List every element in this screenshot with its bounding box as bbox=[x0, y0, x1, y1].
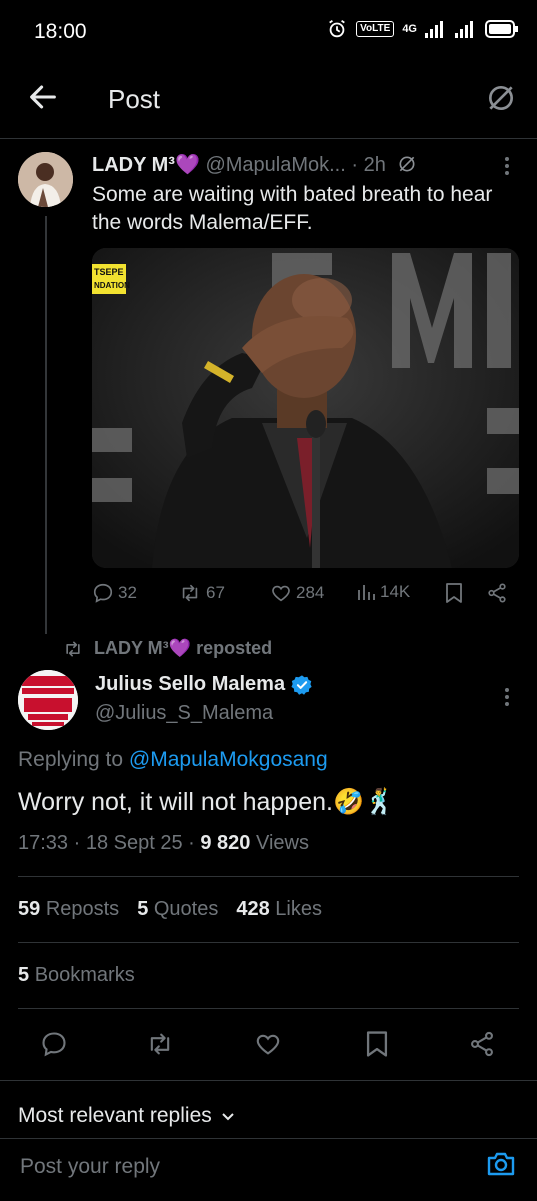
bookmark-icon[interactable] bbox=[444, 582, 464, 604]
share-icon[interactable] bbox=[468, 1030, 496, 1058]
divider bbox=[0, 1080, 537, 1081]
views-button[interactable]: 14K bbox=[356, 582, 410, 602]
signal-icon bbox=[425, 21, 443, 38]
repost-indicator[interactable]: LADY M³💜 reposted bbox=[62, 638, 272, 659]
volte-badge: VoLTE bbox=[356, 21, 395, 37]
author-name: Julius Sello Malema bbox=[95, 673, 286, 695]
repost-icon bbox=[182, 584, 198, 602]
divider bbox=[18, 1008, 519, 1009]
quotes-label: Quotes bbox=[153, 898, 219, 920]
repost-icon bbox=[66, 641, 80, 656]
chevron-down-icon bbox=[222, 1113, 234, 1121]
thread-connector bbox=[45, 216, 47, 634]
divider bbox=[18, 942, 519, 943]
author-handle[interactable]: @MapulaMok... bbox=[205, 154, 345, 176]
alarm-icon bbox=[329, 19, 345, 38]
more-options-icon[interactable] bbox=[497, 154, 517, 178]
reply-sort-label: Most relevant replies bbox=[18, 1104, 212, 1127]
tweet-meta: 17:33 · 18 Sept 25 · 9 820 Views bbox=[18, 832, 309, 855]
more-options-icon[interactable] bbox=[497, 685, 517, 709]
reposts-label: Reposts bbox=[45, 898, 120, 920]
engagement-stats: 59 Reposts 5 Quotes 428 Likes bbox=[18, 898, 322, 921]
quotes-number: 5 bbox=[137, 898, 149, 920]
quotes-stat[interactable]: 5 Quotes bbox=[137, 898, 218, 921]
page-title: Post bbox=[108, 84, 161, 114]
svg-text:TSEPE: TSEPE bbox=[94, 267, 124, 277]
reply-button[interactable]: 32 bbox=[92, 582, 137, 604]
views-icon bbox=[358, 585, 375, 600]
replying-to: Replying to @MapulaMokgosang bbox=[18, 748, 328, 772]
grok-icon[interactable] bbox=[485, 82, 517, 114]
svg-text:NDATION: NDATION bbox=[94, 281, 130, 290]
heart-icon[interactable] bbox=[254, 1030, 282, 1058]
likes-number: 428 bbox=[236, 898, 270, 920]
divider bbox=[18, 876, 519, 877]
reply-composer bbox=[0, 1138, 537, 1201]
grok-icon[interactable] bbox=[397, 154, 417, 174]
tweet-text: Worry not, it will not happen.🤣🕺 bbox=[18, 788, 396, 816]
views-count: 14K bbox=[380, 582, 411, 601]
likes-stat[interactable]: 428 Likes bbox=[236, 898, 322, 921]
repost-icon[interactable] bbox=[145, 1030, 175, 1058]
heart-icon bbox=[272, 585, 290, 602]
tweet-timestamp: 17:33 · 18 Sept 25 · bbox=[18, 832, 195, 854]
bookmarks-label: Bookmarks bbox=[34, 964, 135, 986]
reply-icon bbox=[93, 583, 113, 603]
signal-icon-2 bbox=[455, 21, 473, 38]
views-label: Views bbox=[255, 832, 309, 854]
reply-sort-dropdown[interactable]: Most relevant replies bbox=[18, 1104, 236, 1128]
network-type: 4G bbox=[402, 23, 417, 35]
status-bar: 18:00 VoLTE 4G bbox=[0, 0, 537, 64]
reply-input[interactable] bbox=[18, 1151, 462, 1183]
parent-tweet-header: LADY M³💜 @MapulaMok... · 2h bbox=[92, 152, 417, 177]
replying-prefix: Replying to bbox=[18, 748, 124, 771]
like-button[interactable]: 284 bbox=[270, 582, 324, 604]
avatar[interactable] bbox=[18, 152, 73, 207]
tweet-photo[interactable]: TSEPE NDATION bbox=[92, 248, 519, 568]
reply-count: 32 bbox=[118, 583, 137, 602]
avatar[interactable] bbox=[18, 670, 78, 730]
battery-icon bbox=[485, 20, 518, 38]
status-time: 18:00 bbox=[34, 20, 87, 43]
reply-icon[interactable] bbox=[40, 1030, 68, 1058]
replying-to-link[interactable]: @MapulaMokgosang bbox=[129, 748, 328, 771]
bookmarks-stat[interactable]: 5 Bookmarks bbox=[18, 964, 135, 987]
repost-button[interactable]: 67 bbox=[178, 582, 225, 604]
top-header: Post bbox=[0, 64, 537, 139]
likes-label: Likes bbox=[275, 898, 322, 920]
repost-count: 67 bbox=[206, 583, 225, 602]
camera-icon[interactable] bbox=[485, 1149, 517, 1179]
main-action-bar bbox=[0, 1030, 537, 1064]
author-name[interactable]: LADY M³💜 bbox=[92, 154, 200, 176]
parent-action-bar: 32 67 284 14K bbox=[92, 582, 522, 608]
share-icon[interactable] bbox=[486, 582, 508, 604]
back-arrow-icon[interactable] bbox=[26, 80, 60, 114]
bookmark-icon[interactable] bbox=[364, 1030, 390, 1058]
views-number: 9 820 bbox=[200, 832, 251, 854]
author-handle[interactable]: @Julius_S_Malema bbox=[95, 702, 273, 725]
reposts-number: 59 bbox=[18, 898, 41, 920]
tweet-text: Some are waiting with bated breath to he… bbox=[92, 183, 493, 234]
main-author[interactable]: Julius Sello Malema bbox=[95, 673, 313, 696]
like-count: 284 bbox=[296, 583, 325, 602]
status-icons: VoLTE 4G bbox=[326, 18, 519, 40]
tweet-age: · 2h bbox=[351, 154, 386, 176]
bookmarks-number: 5 bbox=[18, 964, 30, 986]
repost-label: LADY M³💜 reposted bbox=[94, 638, 273, 658]
verified-badge-icon bbox=[291, 674, 312, 695]
reposts-stat[interactable]: 59 Reposts bbox=[18, 898, 119, 921]
